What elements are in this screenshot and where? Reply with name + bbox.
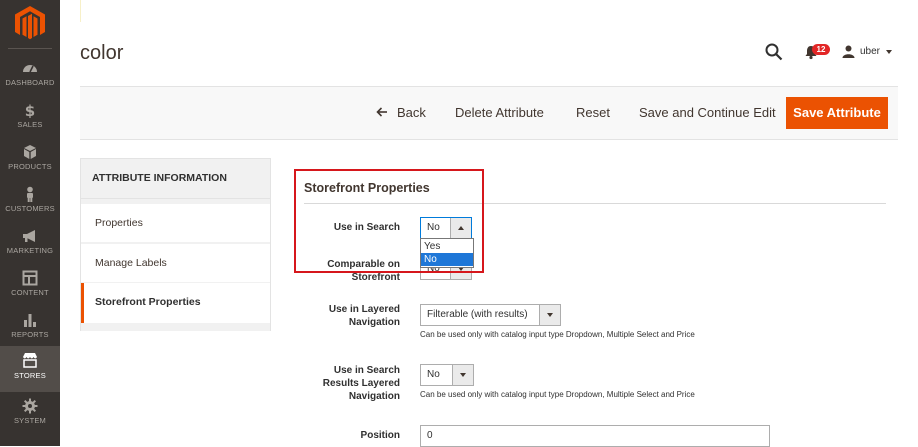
gear-icon	[22, 398, 38, 414]
back-button[interactable]: Back	[376, 105, 426, 120]
magento-logo-icon[interactable]	[12, 5, 48, 41]
store-icon	[23, 353, 37, 368]
highlight-annotation	[294, 169, 484, 273]
admin-sidebar: DASHBOARD $ SALES PRODUCTS CUSTOMERS MAR…	[0, 0, 60, 446]
position-label: Position	[360, 430, 400, 441]
sidebar-item-stores[interactable]: STORES	[0, 346, 60, 392]
sidebar-item-marketing[interactable]: MARKETING	[0, 226, 60, 268]
sidebar-item-dashboard[interactable]: DASHBOARD	[0, 58, 60, 100]
layered-nav-select[interactable]: Filterable (with results)	[420, 304, 561, 326]
sidebar-item-label: PRODUCTS	[8, 162, 52, 171]
tab-storefront-properties[interactable]: Storefront Properties	[81, 283, 270, 323]
search-layered-nav-label-line3: Navigation	[348, 391, 400, 402]
layered-nav-value: Filterable (with results)	[427, 309, 528, 320]
sidebar-item-sales[interactable]: $ SALES	[0, 100, 60, 142]
sidebar-item-label: SYSTEM	[13, 416, 47, 425]
user-name: uber	[860, 46, 881, 57]
notification-badge: 12	[812, 44, 830, 55]
sidebar-item-label: REPORTS	[11, 330, 49, 339]
page-title: color	[80, 42, 124, 64]
search-layered-nav-label: Use in Search Results Layered Navigation	[300, 364, 400, 403]
sidebar-item-label: MARKETING	[6, 246, 54, 255]
search-layered-nav-note: Can be used only with catalog input type…	[420, 390, 695, 399]
position-input[interactable]: 0	[420, 425, 770, 447]
sidebar-item-customers[interactable]: CUSTOMERS	[0, 184, 60, 226]
tab-manage-labels[interactable]: Manage Labels	[81, 244, 270, 282]
sidebar-item-label: STORES	[14, 371, 46, 380]
tab-label: Storefront Properties	[95, 296, 201, 308]
tabs-heading: ATTRIBUTE INFORMATION	[81, 159, 270, 199]
sidebar-item-label: DASHBOARD	[5, 78, 55, 87]
chevron-down-icon	[460, 373, 466, 377]
save-attribute-button[interactable]: Save Attribute	[786, 97, 888, 129]
select-toggle[interactable]	[452, 365, 473, 385]
layered-nav-label-line2: Navigation	[348, 317, 400, 328]
sidebar-item-label: SALES	[17, 120, 43, 129]
sidebar-item-system[interactable]: SYSTEM	[0, 396, 60, 438]
tabs-heading-label: ATTRIBUTE INFORMATION	[92, 172, 227, 184]
search-layered-nav-label-line1: Use in Search	[333, 365, 400, 376]
layered-nav-label: Use in Layered Navigation	[300, 303, 400, 329]
tab-label: Properties	[95, 217, 143, 229]
sidebar-item-label: CUSTOMERS	[5, 204, 55, 213]
dollar-icon: $	[25, 102, 35, 118]
page-actions-bar: Back Delete Attribute Reset Save and Con…	[80, 86, 898, 140]
layout-icon	[22, 270, 38, 286]
sidebar-item-content[interactable]: CONTENT	[0, 268, 60, 310]
position-value: 0	[427, 430, 433, 441]
layered-nav-label-line1: Use in Layered	[328, 304, 400, 315]
sidebar-divider	[8, 48, 52, 49]
search-layered-nav-value: No	[427, 369, 440, 380]
save-and-continue-button[interactable]: Save and Continue Edit	[639, 105, 776, 120]
sidebar-item-products[interactable]: PRODUCTS	[0, 142, 60, 184]
layered-nav-note: Can be used only with catalog input type…	[420, 330, 695, 339]
search-layered-nav-label-line2: Results Layered	[322, 378, 400, 389]
megaphone-icon	[23, 230, 35, 242]
user-icon	[842, 45, 855, 58]
bar-chart-icon	[24, 314, 36, 327]
sidebar-item-label: CONTENT	[11, 288, 49, 297]
delete-attribute-button[interactable]: Delete Attribute	[455, 105, 544, 120]
back-button-label: Back	[397, 105, 426, 120]
search-layered-nav-select[interactable]: No	[420, 364, 474, 386]
svg-text:$: $	[25, 102, 35, 118]
reset-button[interactable]: Reset	[576, 105, 610, 120]
select-toggle[interactable]	[539, 305, 560, 325]
chevron-down-icon	[547, 313, 553, 317]
search-icon[interactable]	[765, 43, 783, 61]
dashboard-icon	[23, 65, 37, 73]
decorative-line	[80, 0, 81, 22]
tab-properties[interactable]: Properties	[81, 204, 270, 242]
attribute-tabs: ATTRIBUTE INFORMATION Properties Manage …	[80, 158, 271, 331]
arrow-left-icon	[376, 107, 387, 117]
chevron-down-icon	[886, 50, 892, 54]
cube-icon	[24, 145, 36, 159]
tab-label: Manage Labels	[95, 257, 167, 269]
person-icon	[27, 186, 33, 202]
